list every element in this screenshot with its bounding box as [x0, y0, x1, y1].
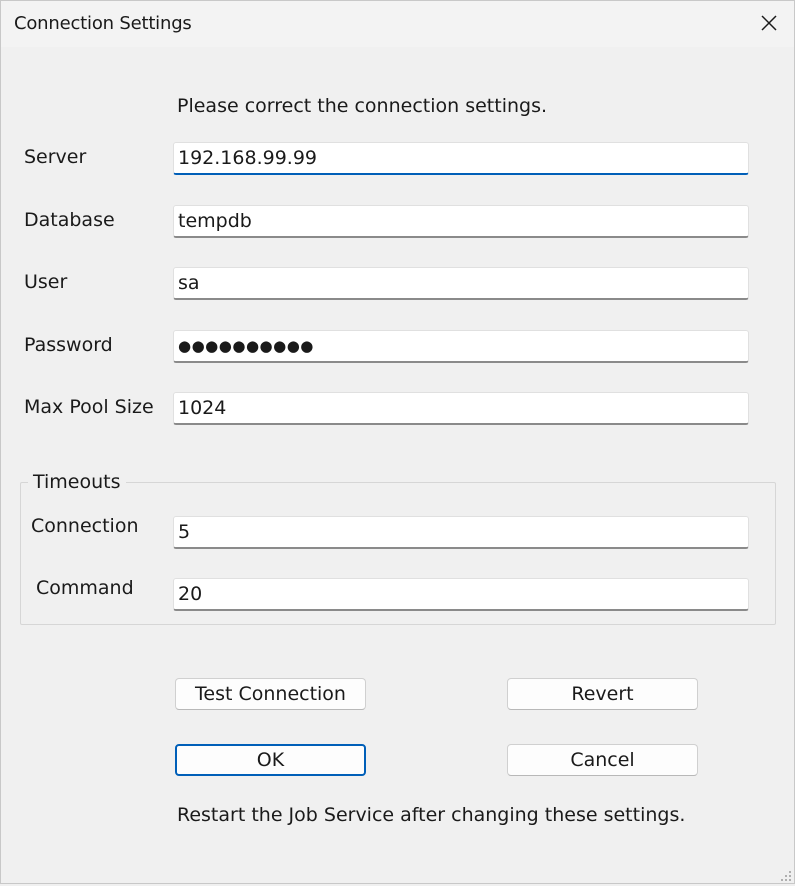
close-button[interactable]: [744, 1, 794, 45]
password-input[interactable]: [173, 330, 749, 363]
restart-note: Restart the Job Service after changing t…: [177, 804, 686, 826]
server-label: Server: [24, 146, 87, 168]
command-timeout-input[interactable]: [173, 578, 749, 611]
server-input[interactable]: [173, 142, 749, 175]
database-input[interactable]: [173, 205, 749, 238]
resize-grip[interactable]: [778, 867, 792, 881]
ok-button[interactable]: OK: [175, 744, 366, 776]
close-icon: [761, 15, 777, 31]
connection-settings-dialog: Connection Settings Please correct the c…: [0, 0, 795, 884]
resize-grip-icon: [781, 871, 791, 881]
test-connection-button[interactable]: Test Connection: [175, 678, 366, 710]
connection-timeout-input[interactable]: [173, 516, 749, 549]
connection-timeout-label: Connection: [31, 515, 139, 537]
max-pool-size-label: Max Pool Size: [24, 396, 154, 418]
max-pool-size-input[interactable]: [173, 392, 749, 425]
password-label: Password: [24, 334, 113, 356]
user-label: User: [24, 271, 68, 293]
database-label: Database: [24, 209, 115, 231]
timeouts-group-title: Timeouts: [28, 471, 126, 493]
command-timeout-label: Command: [36, 577, 134, 599]
window-title: Connection Settings: [14, 13, 192, 34]
title-bar[interactable]: Connection Settings: [1, 1, 794, 47]
cancel-button[interactable]: Cancel: [507, 744, 698, 776]
instruction-text: Please correct the connection settings.: [177, 95, 548, 117]
revert-button[interactable]: Revert: [507, 678, 698, 710]
user-input[interactable]: [173, 267, 749, 300]
